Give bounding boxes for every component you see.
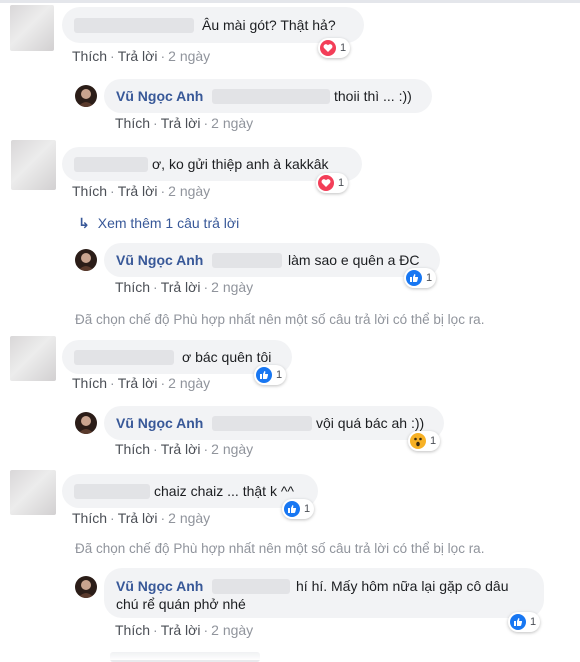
love-reaction-icon bbox=[320, 40, 336, 56]
filtered-replies-notice: Đã chọn chế độ Phù hợp nhất nên một số c… bbox=[75, 541, 485, 556]
comment-actions: Thích · Trả lời · 2 ngày bbox=[115, 115, 254, 131]
reaction-count: 1 bbox=[338, 177, 345, 189]
timestamp[interactable]: 2 ngày bbox=[168, 48, 210, 64]
blurred-text bbox=[212, 416, 312, 431]
reaction-count: 1 bbox=[340, 42, 347, 54]
avatar[interactable] bbox=[75, 412, 97, 434]
comment-bubble: Âu mài gót? Thật hả? bbox=[62, 7, 364, 43]
comment-bubble: chaiz chaiz ... thật k ^^ bbox=[62, 474, 318, 508]
timestamp[interactable]: 2 ngày bbox=[211, 115, 253, 131]
avatar[interactable] bbox=[10, 336, 56, 381]
reaction-count: 1 bbox=[426, 272, 433, 284]
blurred-author-name bbox=[74, 350, 174, 365]
like-link[interactable]: Thích bbox=[115, 279, 150, 295]
love-reaction-icon bbox=[318, 175, 334, 191]
comment-text-line1: hí hí. Mấy hôm nữa lại gặp cô dâu bbox=[296, 578, 509, 594]
like-reaction-icon bbox=[510, 614, 526, 630]
author-name[interactable]: Vũ Ngọc Anh bbox=[116, 251, 203, 269]
reaction-count: 1 bbox=[430, 435, 437, 447]
comment-actions: Thích · Trả lời · 2 ngày bbox=[115, 441, 254, 457]
comment-text-line2: chú rể quán phở nhé bbox=[116, 596, 246, 612]
like-link[interactable]: Thích bbox=[115, 622, 150, 638]
timestamp[interactable]: 2 ngày bbox=[168, 510, 210, 526]
timestamp[interactable]: 2 ngày bbox=[168, 183, 210, 199]
author-name[interactable]: Vũ Ngọc Anh bbox=[116, 87, 203, 105]
like-reaction-icon bbox=[284, 501, 300, 517]
avatar[interactable] bbox=[75, 85, 97, 107]
comment-actions: Thích · Trả lời · 2 ngày bbox=[115, 622, 254, 638]
comment-text: ơ, ko gửi thiệp anh à kakkâk bbox=[152, 156, 329, 172]
comment-text: thoii thì ... :)) bbox=[334, 88, 412, 104]
reaction-badge[interactable]: 1 bbox=[316, 173, 349, 193]
reply-link[interactable]: Trả lời bbox=[161, 441, 201, 457]
reply-link[interactable]: Trả lời bbox=[118, 375, 158, 391]
bottom-fade bbox=[0, 648, 580, 660]
blurred-author-name bbox=[74, 18, 194, 33]
avatar[interactable] bbox=[10, 5, 54, 51]
wow-reaction-icon bbox=[410, 433, 426, 449]
reaction-count: 1 bbox=[530, 616, 537, 628]
blurred-author-name bbox=[74, 484, 150, 499]
like-link[interactable]: Thích bbox=[72, 375, 107, 391]
comment-text: ơ bác quên tôi bbox=[182, 349, 272, 365]
reaction-count: 1 bbox=[276, 369, 283, 381]
reaction-badge[interactable]: 1 bbox=[404, 268, 437, 288]
comment-text: vội quá bác ah :)) bbox=[316, 415, 425, 431]
timestamp[interactable]: 2 ngày bbox=[211, 279, 253, 295]
reply-link[interactable]: Trả lời bbox=[118, 183, 158, 199]
avatar[interactable] bbox=[10, 470, 56, 515]
blurred-text bbox=[212, 579, 290, 594]
comment-actions: Thích · Trả lời · 2 ngày bbox=[72, 375, 211, 391]
comment-text: Âu mài gót? Thật hả? bbox=[202, 17, 336, 33]
like-link[interactable]: Thích bbox=[72, 183, 107, 199]
comment-text: làm sao e quên a ĐC bbox=[288, 252, 420, 268]
author-name[interactable]: Vũ Ngọc Anh bbox=[116, 577, 203, 595]
reply-bubble: Vũ Ngọc Anh hí hí. Mấy hôm nữa lại gặp c… bbox=[104, 568, 544, 618]
like-link[interactable]: Thích bbox=[115, 115, 150, 131]
reply-link[interactable]: Trả lời bbox=[118, 510, 158, 526]
author-name[interactable]: Vũ Ngọc Anh bbox=[116, 414, 203, 432]
reply-link[interactable]: Trả lời bbox=[161, 115, 201, 131]
reply-bubble: Vũ Ngọc Anh thoii thì ... :)) bbox=[104, 79, 432, 113]
reaction-badge[interactable]: 1 bbox=[508, 612, 541, 632]
avatar[interactable] bbox=[75, 249, 97, 271]
like-link[interactable]: Thích bbox=[72, 510, 107, 526]
like-reaction-icon bbox=[256, 367, 272, 383]
blurred-author-name bbox=[74, 157, 148, 172]
reaction-badge[interactable]: 1 bbox=[254, 365, 287, 385]
reaction-badge[interactable]: 1 bbox=[408, 431, 441, 451]
like-reaction-icon bbox=[406, 270, 422, 286]
reply-link[interactable]: Trả lời bbox=[161, 622, 201, 638]
reaction-badge[interactable]: 1 bbox=[282, 499, 315, 519]
comment-actions: Thích · Trả lời · 2 ngày bbox=[115, 279, 254, 295]
comment-actions: Thích · Trả lời · 2 ngày bbox=[72, 48, 211, 64]
see-more-replies-link[interactable]: ↳ Xem thêm 1 câu trả lời bbox=[78, 215, 239, 232]
reply-bubble: Vũ Ngọc Anh vội quá bác ah :)) bbox=[104, 406, 444, 440]
avatar[interactable] bbox=[11, 140, 56, 190]
reply-link[interactable]: Trả lời bbox=[161, 279, 201, 295]
comment-actions: Thích · Trả lời · 2 ngày bbox=[72, 183, 211, 199]
timestamp[interactable]: 2 ngày bbox=[211, 441, 253, 457]
blurred-text bbox=[212, 89, 330, 104]
blurred-text bbox=[212, 253, 282, 268]
reaction-badge[interactable]: 1 bbox=[318, 38, 351, 58]
top-divider bbox=[0, 0, 580, 3]
timestamp[interactable]: 2 ngày bbox=[211, 622, 253, 638]
reply-link[interactable]: Trả lời bbox=[118, 48, 158, 64]
reaction-count: 1 bbox=[304, 503, 311, 515]
timestamp[interactable]: 2 ngày bbox=[168, 375, 210, 391]
comment-actions: Thích · Trả lời · 2 ngày bbox=[72, 510, 211, 526]
reply-arrow-icon: ↳ bbox=[78, 215, 90, 231]
like-link[interactable]: Thích bbox=[72, 48, 107, 64]
comment-bubble: ơ, ko gửi thiệp anh à kakkâk bbox=[62, 147, 362, 181]
like-link[interactable]: Thích bbox=[115, 441, 150, 457]
reply-bubble: Vũ Ngọc Anh làm sao e quên a ĐC bbox=[104, 243, 440, 277]
filtered-replies-notice: Đã chọn chế độ Phù hợp nhất nên một số c… bbox=[75, 312, 485, 327]
comment-text: chaiz chaiz ... thật k ^^ bbox=[154, 483, 294, 499]
avatar[interactable] bbox=[75, 576, 97, 598]
